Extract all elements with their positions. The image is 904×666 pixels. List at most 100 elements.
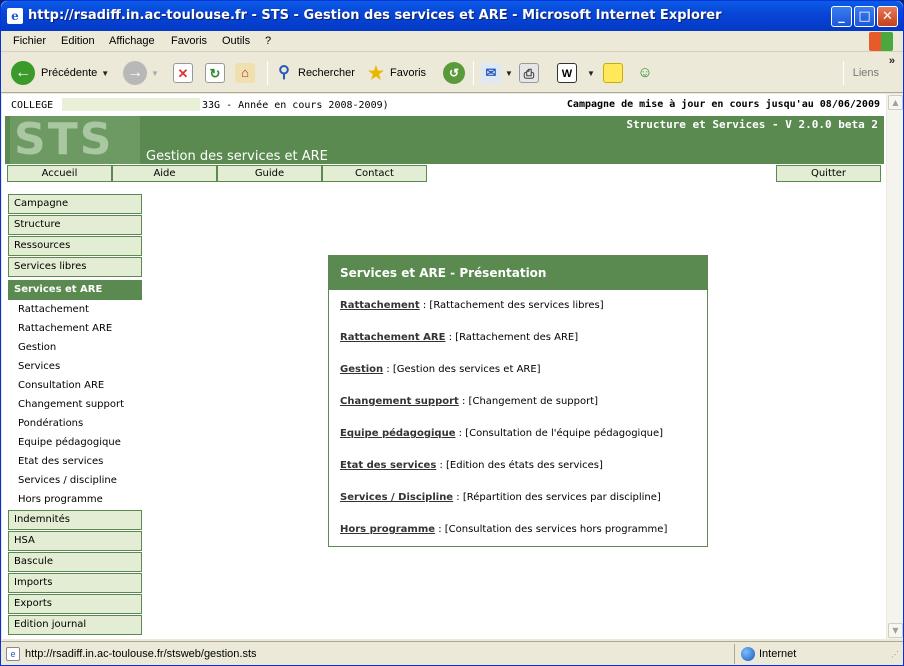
desc-etat-des-services: : [Edition des états des services] [436, 460, 603, 471]
sidebar-edition-journal[interactable]: Edition journal [8, 615, 142, 635]
maximize-button[interactable]: □ [854, 6, 875, 27]
sts-logo: STS [10, 116, 140, 164]
page-content: COLLEGE 33G - Année en cours 2008-2009) … [2, 94, 886, 639]
search-button[interactable]: ⚲ Rechercher [274, 59, 355, 87]
sidebar-sub-rattachement[interactable]: Rattachement [18, 304, 89, 315]
mail-dropdown-icon[interactable]: ▼ [505, 69, 513, 78]
mail-icon: ✉ [481, 63, 501, 83]
sidebar-sub-ponderations[interactable]: Pondérations [18, 418, 83, 429]
favorites-button[interactable]: ★ Favoris [366, 59, 426, 87]
stop-button[interactable]: ✕ [173, 59, 193, 87]
messenger-button[interactable]: ☺ [635, 59, 655, 87]
sidebar-sub-services[interactable]: Services [18, 361, 60, 372]
annee-info: 33G - Année en cours 2008-2009) [202, 100, 389, 111]
panel-row: Hors programme : [Consultation des servi… [340, 524, 667, 535]
refresh-icon: ↻ [205, 63, 225, 83]
panel-title: Services et ARE - Présentation [329, 256, 707, 290]
minimize-button[interactable]: _ [831, 6, 852, 27]
links-label[interactable]: Liens [853, 67, 879, 79]
menu-favoris[interactable]: Favoris [171, 35, 207, 47]
sidebar-bascule[interactable]: Bascule [8, 552, 142, 572]
link-rattachement-are[interactable]: Rattachement ARE [340, 332, 445, 343]
scroll-up-icon[interactable]: ▲ [888, 95, 903, 110]
edit-button[interactable]: W ▼ [557, 59, 595, 87]
title-bar[interactable]: e http://rsadiff.in.ac-toulouse.fr - STS… [1, 1, 903, 31]
refresh-button[interactable]: ↻ [205, 59, 225, 87]
history-icon: ↺ [443, 62, 465, 84]
sidebar-hsa[interactable]: HSA [8, 531, 142, 551]
college-name-redacted [62, 98, 200, 111]
link-hors-programme[interactable]: Hors programme [340, 524, 435, 535]
sidebar-indemnites[interactable]: Indemnités [8, 510, 142, 530]
vertical-scrollbar[interactable]: ▲ ▼ [886, 94, 903, 639]
link-rattachement[interactable]: Rattachement [340, 300, 420, 311]
version-label: Structure et Services - V 2.0.0 beta 2 [626, 118, 878, 131]
forward-arrow-icon: → [123, 61, 147, 85]
sidebar-structure[interactable]: Structure [8, 215, 142, 235]
discuss-button[interactable] [603, 59, 623, 87]
nav-quitter[interactable]: Quitter [776, 165, 881, 182]
history-button[interactable]: ↺ [443, 59, 465, 87]
home-button[interactable]: ⌂ [235, 59, 255, 87]
link-changement-support[interactable]: Changement support [340, 396, 459, 407]
nav-contact[interactable]: Contact [322, 165, 427, 182]
resize-grip-icon[interactable]: ⋰ [891, 650, 899, 659]
browser-window: e http://rsadiff.in.ac-toulouse.fr - STS… [0, 0, 904, 666]
desc-equipe-pedagogique: : [Consultation de l'équipe pédagogique] [455, 428, 664, 439]
nav-accueil[interactable]: Accueil [7, 165, 112, 182]
sidebar-sub-consultation-are[interactable]: Consultation ARE [18, 380, 104, 391]
mail-button[interactable]: ✉ ▼ [481, 59, 513, 87]
note-icon [603, 63, 623, 83]
nav-aide[interactable]: Aide [112, 165, 217, 182]
search-icon: ⚲ [278, 64, 290, 81]
panel-row: Etat des services : [Edition des états d… [340, 460, 603, 471]
sidebar-sub-hors-programme[interactable]: Hors programme [18, 494, 103, 505]
close-button[interactable]: ✕ [877, 6, 898, 27]
link-etat-des-services[interactable]: Etat des services [340, 460, 436, 471]
back-button[interactable]: ← Précédente ▼ [11, 59, 109, 87]
sidebar-sub-changement-support[interactable]: Changement support [18, 399, 124, 410]
menu-help[interactable]: ? [265, 35, 271, 47]
app-title: Gestion des services et ARE [146, 149, 328, 164]
link-services-discipline[interactable]: Services / Discipline [340, 492, 453, 503]
sidebar-sub-gestion[interactable]: Gestion [18, 342, 56, 353]
banner: STS Gestion des services et ARE Structur… [5, 116, 884, 164]
top-info-bar: COLLEGE 33G - Année en cours 2008-2009) … [2, 94, 886, 116]
forward-button[interactable]: → ▼ [123, 59, 159, 87]
back-dropdown-icon[interactable]: ▼ [101, 69, 109, 78]
sidebar-sub-equipe-pedagogique[interactable]: Equipe pédagogique [18, 437, 121, 448]
scroll-down-icon[interactable]: ▼ [888, 623, 903, 638]
sidebar-sub-services-discipline[interactable]: Services / discipline [18, 475, 117, 486]
sidebar-exports[interactable]: Exports [8, 594, 142, 614]
windows-logo-icon [869, 32, 893, 51]
window-title: http://rsadiff.in.ac-toulouse.fr - STS -… [28, 8, 722, 23]
print-button[interactable]: ⎙ [519, 59, 539, 87]
panel-row: Services / Discipline : [Répartition des… [340, 492, 661, 503]
panel-row: Gestion : [Gestion des services et ARE] [340, 364, 541, 375]
edit-dropdown-icon[interactable]: ▼ [587, 69, 595, 78]
menu-fichier[interactable]: Fichier [13, 35, 46, 47]
favorites-label: Favoris [390, 67, 427, 79]
chevron-right-icon[interactable]: » [889, 55, 895, 67]
toolbar: ← Précédente ▼ → ▼ ✕ ↻ ⌂ ⚲ Rechercher ★ … [1, 53, 903, 93]
college-label: COLLEGE [11, 100, 54, 111]
nav-guide[interactable]: Guide [217, 165, 322, 182]
desc-rattachement-are: : [Rattachement des ARE] [445, 332, 579, 343]
menu-outils[interactable]: Outils [222, 35, 250, 47]
link-equipe-pedagogique[interactable]: Equipe pédagogique [340, 428, 455, 439]
link-gestion[interactable]: Gestion [340, 364, 383, 375]
sidebar-services-et-are[interactable]: Services et ARE [8, 280, 142, 300]
sidebar-campagne[interactable]: Campagne [8, 194, 142, 214]
menu-bar: Fichier Edition Affichage Favoris Outils… [1, 31, 903, 52]
menu-affichage[interactable]: Affichage [109, 35, 155, 47]
campagne-info: Campagne de mise à jour en cours jusqu'a… [567, 99, 880, 110]
campagne-text: Campagne de mise à jour en cours jusqu'a… [566, 99, 814, 110]
sidebar-sub-rattachement-are[interactable]: Rattachement ARE [18, 323, 112, 334]
sidebar-imports[interactable]: Imports [8, 573, 142, 593]
search-label: Rechercher [298, 67, 355, 79]
sidebar-sub-etat-des-services[interactable]: Etat des services [18, 456, 103, 467]
sidebar-services-libres[interactable]: Services libres [8, 257, 142, 277]
menu-edition[interactable]: Edition [61, 35, 95, 47]
panel-row: Changement support : [Changement de supp… [340, 396, 598, 407]
sidebar-ressources[interactable]: Ressources [8, 236, 142, 256]
